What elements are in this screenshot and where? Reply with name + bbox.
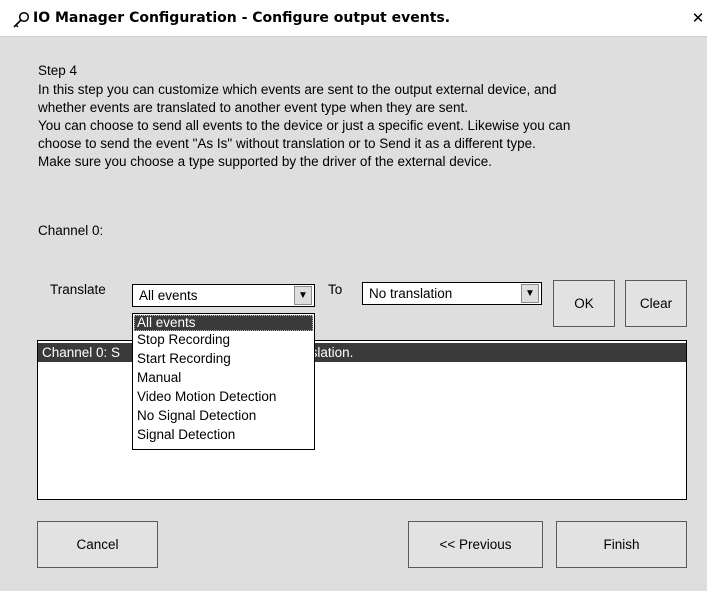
dropdown-option[interactable]: All events — [134, 315, 313, 331]
description-line: choose to send the event "As Is" without… — [38, 136, 536, 151]
list-item-text: Channel 0: S — [42, 345, 121, 360]
dropdown-option[interactable]: Start Recording — [134, 351, 313, 367]
translate-from-select[interactable]: All events ▼ — [132, 284, 315, 307]
translate-from-value: All events — [139, 288, 198, 303]
translate-to-value: No translation — [369, 286, 453, 301]
wizard-window: IO Manager Configuration - Configure out… — [0, 0, 707, 591]
cancel-button[interactable]: Cancel — [37, 521, 158, 568]
finish-button[interactable]: Finish — [556, 521, 687, 568]
channel-title: Channel 0: — [38, 223, 104, 238]
description-line: You can choose to send all events to the… — [38, 118, 571, 133]
dropdown-option[interactable]: No Signal Detection — [134, 408, 313, 424]
translate-dropdown-list[interactable]: All events Stop Recording Start Recordin… — [132, 313, 315, 450]
to-label: To — [328, 282, 343, 297]
step-label: Step 4 — [38, 63, 78, 78]
window-title: IO Manager Configuration - Configure out… — [33, 10, 451, 26]
translate-to-select[interactable]: No translation ▼ — [362, 282, 542, 305]
description-line: In this step you can customize which eve… — [38, 82, 557, 97]
title-bar[interactable]: IO Manager Configuration - Configure out… — [0, 0, 707, 37]
dropdown-option[interactable]: Manual — [134, 370, 313, 386]
description-line: Make sure you choose a type supported by… — [38, 154, 493, 169]
dropdown-option[interactable]: Video Motion Detection — [134, 389, 313, 405]
step-description: In this step you can customize which eve… — [38, 81, 704, 171]
close-button[interactable]: ✕ — [690, 9, 706, 27]
ok-button[interactable]: OK — [553, 280, 615, 327]
description-line: whether events are translated to another… — [38, 100, 469, 115]
translate-label: Translate — [50, 282, 106, 297]
chevron-down-icon[interactable]: ▼ — [521, 284, 539, 303]
dropdown-option[interactable]: Stop Recording — [134, 332, 313, 348]
chevron-down-icon[interactable]: ▼ — [294, 286, 312, 305]
dropdown-option[interactable]: Signal Detection — [134, 427, 313, 443]
key-icon — [13, 11, 30, 28]
previous-button[interactable]: << Previous — [408, 521, 543, 568]
clear-button[interactable]: Clear — [625, 280, 687, 327]
